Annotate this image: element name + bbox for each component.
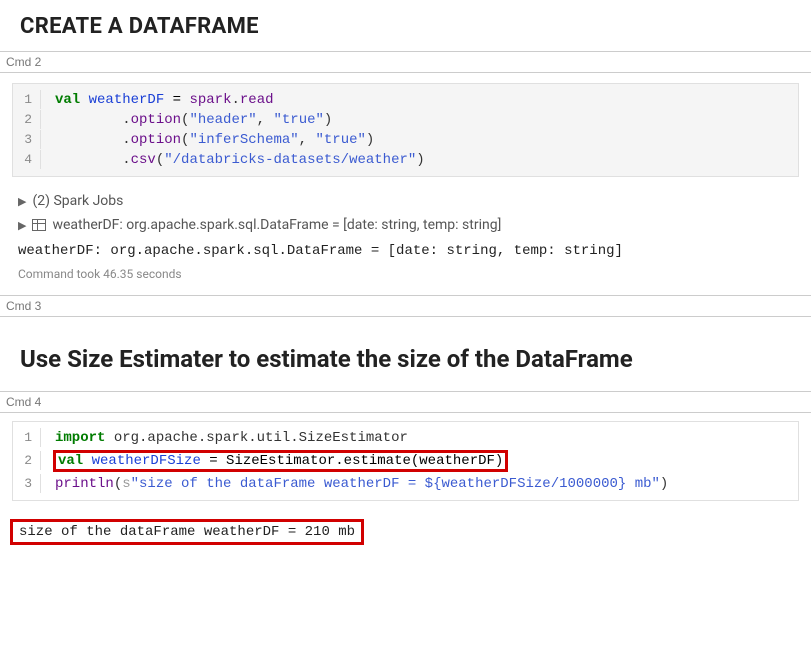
- command-label-2: Cmd 2: [0, 51, 811, 73]
- spark-jobs-label: (2) Spark Jobs: [32, 193, 123, 209]
- output-cell-2: ▶ (2) Spark Jobs ▶ weatherDF: org.apache…: [0, 183, 811, 295]
- line-number: 1: [13, 90, 41, 109]
- chevron-right-icon: ▶: [18, 195, 26, 208]
- line-number: 3: [13, 130, 41, 149]
- code-line: val weatherDFSize = SizeEstimator.estima…: [41, 448, 508, 474]
- schema-summary: weatherDF: org.apache.spark.sql.DataFram…: [52, 217, 501, 233]
- code-line: val weatherDF = spark.read: [41, 90, 274, 110]
- spark-jobs-toggle[interactable]: ▶ (2) Spark Jobs: [18, 189, 793, 213]
- command-label-3: Cmd 3: [0, 295, 811, 317]
- line-number: 3: [13, 474, 41, 493]
- code-line: import org.apache.spark.util.SizeEstimat…: [41, 428, 408, 448]
- schema-toggle[interactable]: ▶ weatherDF: org.apache.spark.sql.DataFr…: [18, 213, 793, 237]
- code-line: .option("inferSchema", "true"): [41, 130, 374, 150]
- chevron-right-icon: ▶: [18, 219, 26, 232]
- highlight-box: size of the dataFrame weatherDF = 210 mb: [10, 519, 364, 545]
- repl-output: weatherDF: org.apache.spark.sql.DataFram…: [18, 237, 793, 261]
- code-cell-4[interactable]: 1 import org.apache.spark.util.SizeEstim…: [12, 421, 799, 501]
- line-number: 2: [13, 110, 41, 129]
- code-line: println(s"size of the dataFrame weatherD…: [41, 474, 668, 494]
- command-timing: Command took 46.35 seconds: [18, 261, 793, 289]
- line-number: 4: [13, 150, 41, 169]
- code-line: .csv("/databricks-datasets/weather"): [41, 150, 425, 170]
- highlight-box: val weatherDFSize = SizeEstimator.estima…: [53, 450, 508, 472]
- command-label-4: Cmd 4: [0, 391, 811, 413]
- line-number: 1: [13, 428, 41, 447]
- markdown-heading-2: Use Size Estimater to estimate the size …: [0, 317, 811, 391]
- markdown-heading-1: CREATE A DATAFRAME: [0, 0, 811, 51]
- line-number: 2: [13, 451, 41, 470]
- code-cell-2[interactable]: 1 val weatherDF = spark.read 2 .option("…: [12, 83, 799, 177]
- table-icon: [32, 219, 46, 231]
- code-line: .option("header", "true"): [41, 110, 332, 130]
- output-cell-4: size of the dataFrame weatherDF = 210 mb: [12, 519, 799, 545]
